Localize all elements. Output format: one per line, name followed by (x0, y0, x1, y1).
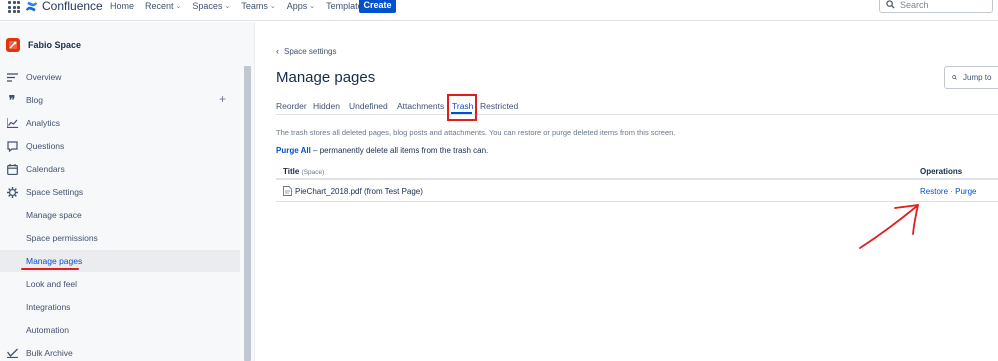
calendar-icon (6, 163, 18, 175)
sidebar-item-label: Manage pages (26, 256, 83, 266)
chevron-left-icon: ‹ (276, 46, 279, 56)
create-button[interactable]: Create (359, 0, 396, 13)
row-operations: Restore · Purge (920, 187, 976, 196)
space-header[interactable]: Fabio Space (6, 38, 81, 52)
sidebar-item-blog[interactable]: ❞ Blog + (0, 89, 240, 111)
questions-icon (6, 140, 18, 152)
search-icon (886, 0, 895, 9)
space-avatar (6, 38, 20, 52)
sidebar-item-label: Blog (26, 95, 44, 105)
tab-restricted[interactable]: Restricted (480, 101, 518, 111)
sidebar-scrollbar[interactable] (244, 66, 251, 361)
chevron-down-icon: ⌄ (269, 2, 276, 10)
sidebar-item-label: Manage space (26, 210, 82, 220)
nav-home[interactable]: Home (110, 1, 134, 11)
app-switcher-icon[interactable] (8, 1, 20, 13)
sidebar-item-space-permissions[interactable]: Space permissions (0, 227, 240, 249)
column-header-operations: Operations (920, 167, 963, 176)
nav-spaces[interactable]: Spaces ⌄ (192, 1, 230, 11)
sidebar-item-look-and-feel[interactable]: Look and feel (0, 273, 240, 295)
sidebar-item-label: Space Settings (26, 187, 84, 197)
app-name: Confluence (42, 0, 103, 13)
search-box[interactable] (879, 0, 993, 13)
nav-apps-label: Apps (286, 0, 308, 11)
confluence-logo-icon (25, 1, 38, 11)
purge-link[interactable]: Purge (955, 187, 976, 196)
nav-teams-label: Teams (241, 0, 268, 11)
trash-table-header: Title (Space) Operations (276, 163, 998, 180)
sidebar-item-label: Space permissions (26, 233, 98, 243)
quote-icon: ❞ (8, 93, 16, 107)
sidebar-item-space-settings[interactable]: Space Settings (0, 181, 240, 203)
nav-home-label: Home (110, 0, 135, 11)
nav-recent[interactable]: Recent ⌄ (145, 1, 181, 11)
analytics-icon (6, 117, 18, 129)
overview-icon (6, 71, 18, 83)
table-row: PieChart_2018.pdf (from Test Page) Resto… (276, 181, 998, 202)
restore-link[interactable]: Restore (920, 187, 948, 196)
tab-attachments[interactable]: Attachments (397, 101, 444, 111)
nav-recent-label: Recent (145, 0, 174, 11)
trash-item: PieChart_2018.pdf (from Test Page) (283, 186, 423, 196)
purge-all-line: Purge All – permanently delete all items… (276, 146, 488, 155)
sidebar-item-automation[interactable]: Automation (0, 319, 240, 341)
jump-to-input[interactable] (963, 73, 998, 82)
sidebar-item-label: Automation (26, 325, 69, 335)
chevron-down-icon: ⌄ (224, 2, 231, 10)
manage-pages-tabs: Reorder Hidden Undefined Attachments Tra… (276, 97, 998, 115)
confluence-logo[interactable]: Confluence (25, 0, 103, 13)
sidebar-item-label: Overview (26, 72, 62, 82)
column-header-title: Title (Space) (283, 167, 324, 176)
chevron-down-icon: ⌄ (175, 2, 182, 10)
chevron-down-icon: ⌄ (309, 2, 316, 10)
tab-reorder[interactable]: Reorder (276, 101, 307, 111)
tab-undefined[interactable]: Undefined (349, 101, 388, 111)
sidebar-item-label: Bulk Archive (26, 348, 73, 358)
nav-teams[interactable]: Teams ⌄ (241, 1, 275, 11)
trash-item-name: PieChart_2018.pdf (from Test Page) (295, 186, 423, 196)
primary-nav: Home Recent ⌄ Spaces ⌄ Teams ⌄ Apps ⌄ Templa… (110, 0, 378, 11)
sidebar: Fabio Space Overview ❞ Blog + Analytics … (0, 22, 255, 361)
rocket-icon (9, 41, 17, 49)
plus-icon[interactable]: + (219, 93, 226, 105)
column-title-sub: (Space) (301, 169, 325, 176)
sidebar-item-calendars[interactable]: Calendars (0, 158, 240, 180)
purge-all-link[interactable]: Purge All (276, 146, 311, 155)
jump-to-box[interactable] (944, 66, 998, 89)
sidebar-item-label: Questions (26, 141, 65, 151)
sidebar-item-label: Integrations (26, 302, 71, 312)
top-navigation: Confluence Home Recent ⌄ Spaces ⌄ Teams ⌄ A… (0, 0, 998, 21)
archive-icon (6, 347, 18, 359)
sidebar-item-label: Calendars (26, 164, 65, 174)
purge-all-description: – permanently delete all items from the … (310, 146, 489, 155)
annotation-underline (21, 268, 79, 270)
nav-spaces-label: Spaces (192, 0, 223, 11)
sidebar-item-label: Look and feel (26, 279, 78, 289)
trash-description: The trash stores all deleted pages, blog… (276, 128, 676, 137)
breadcrumb-label: Space settings (284, 46, 337, 56)
page-title: Manage pages (276, 69, 376, 86)
annotation-highlight-box (447, 94, 477, 121)
search-input[interactable] (900, 0, 990, 10)
search-icon (952, 75, 957, 80)
tab-hidden[interactable]: Hidden (313, 101, 340, 111)
sidebar-item-integrations[interactable]: Integrations (0, 296, 240, 318)
space-name: Fabio Space (28, 40, 82, 50)
sidebar-item-analytics[interactable]: Analytics (0, 112, 240, 134)
nav-apps[interactable]: Apps ⌄ (287, 1, 315, 11)
sidebar-item-manage-space[interactable]: Manage space (0, 204, 240, 226)
pdf-file-icon (283, 186, 292, 196)
annotation-arrow (859, 204, 919, 249)
sidebar-item-questions[interactable]: Questions (0, 135, 240, 157)
sidebar-item-bulk-archive[interactable]: Bulk Archive (0, 342, 240, 361)
sidebar-item-label: Analytics (26, 118, 61, 128)
sidebar-item-overview[interactable]: Overview (0, 66, 240, 88)
gear-icon (6, 186, 18, 198)
column-title-label: Title (283, 167, 300, 176)
breadcrumb[interactable]: ‹ Space settings (276, 46, 336, 56)
